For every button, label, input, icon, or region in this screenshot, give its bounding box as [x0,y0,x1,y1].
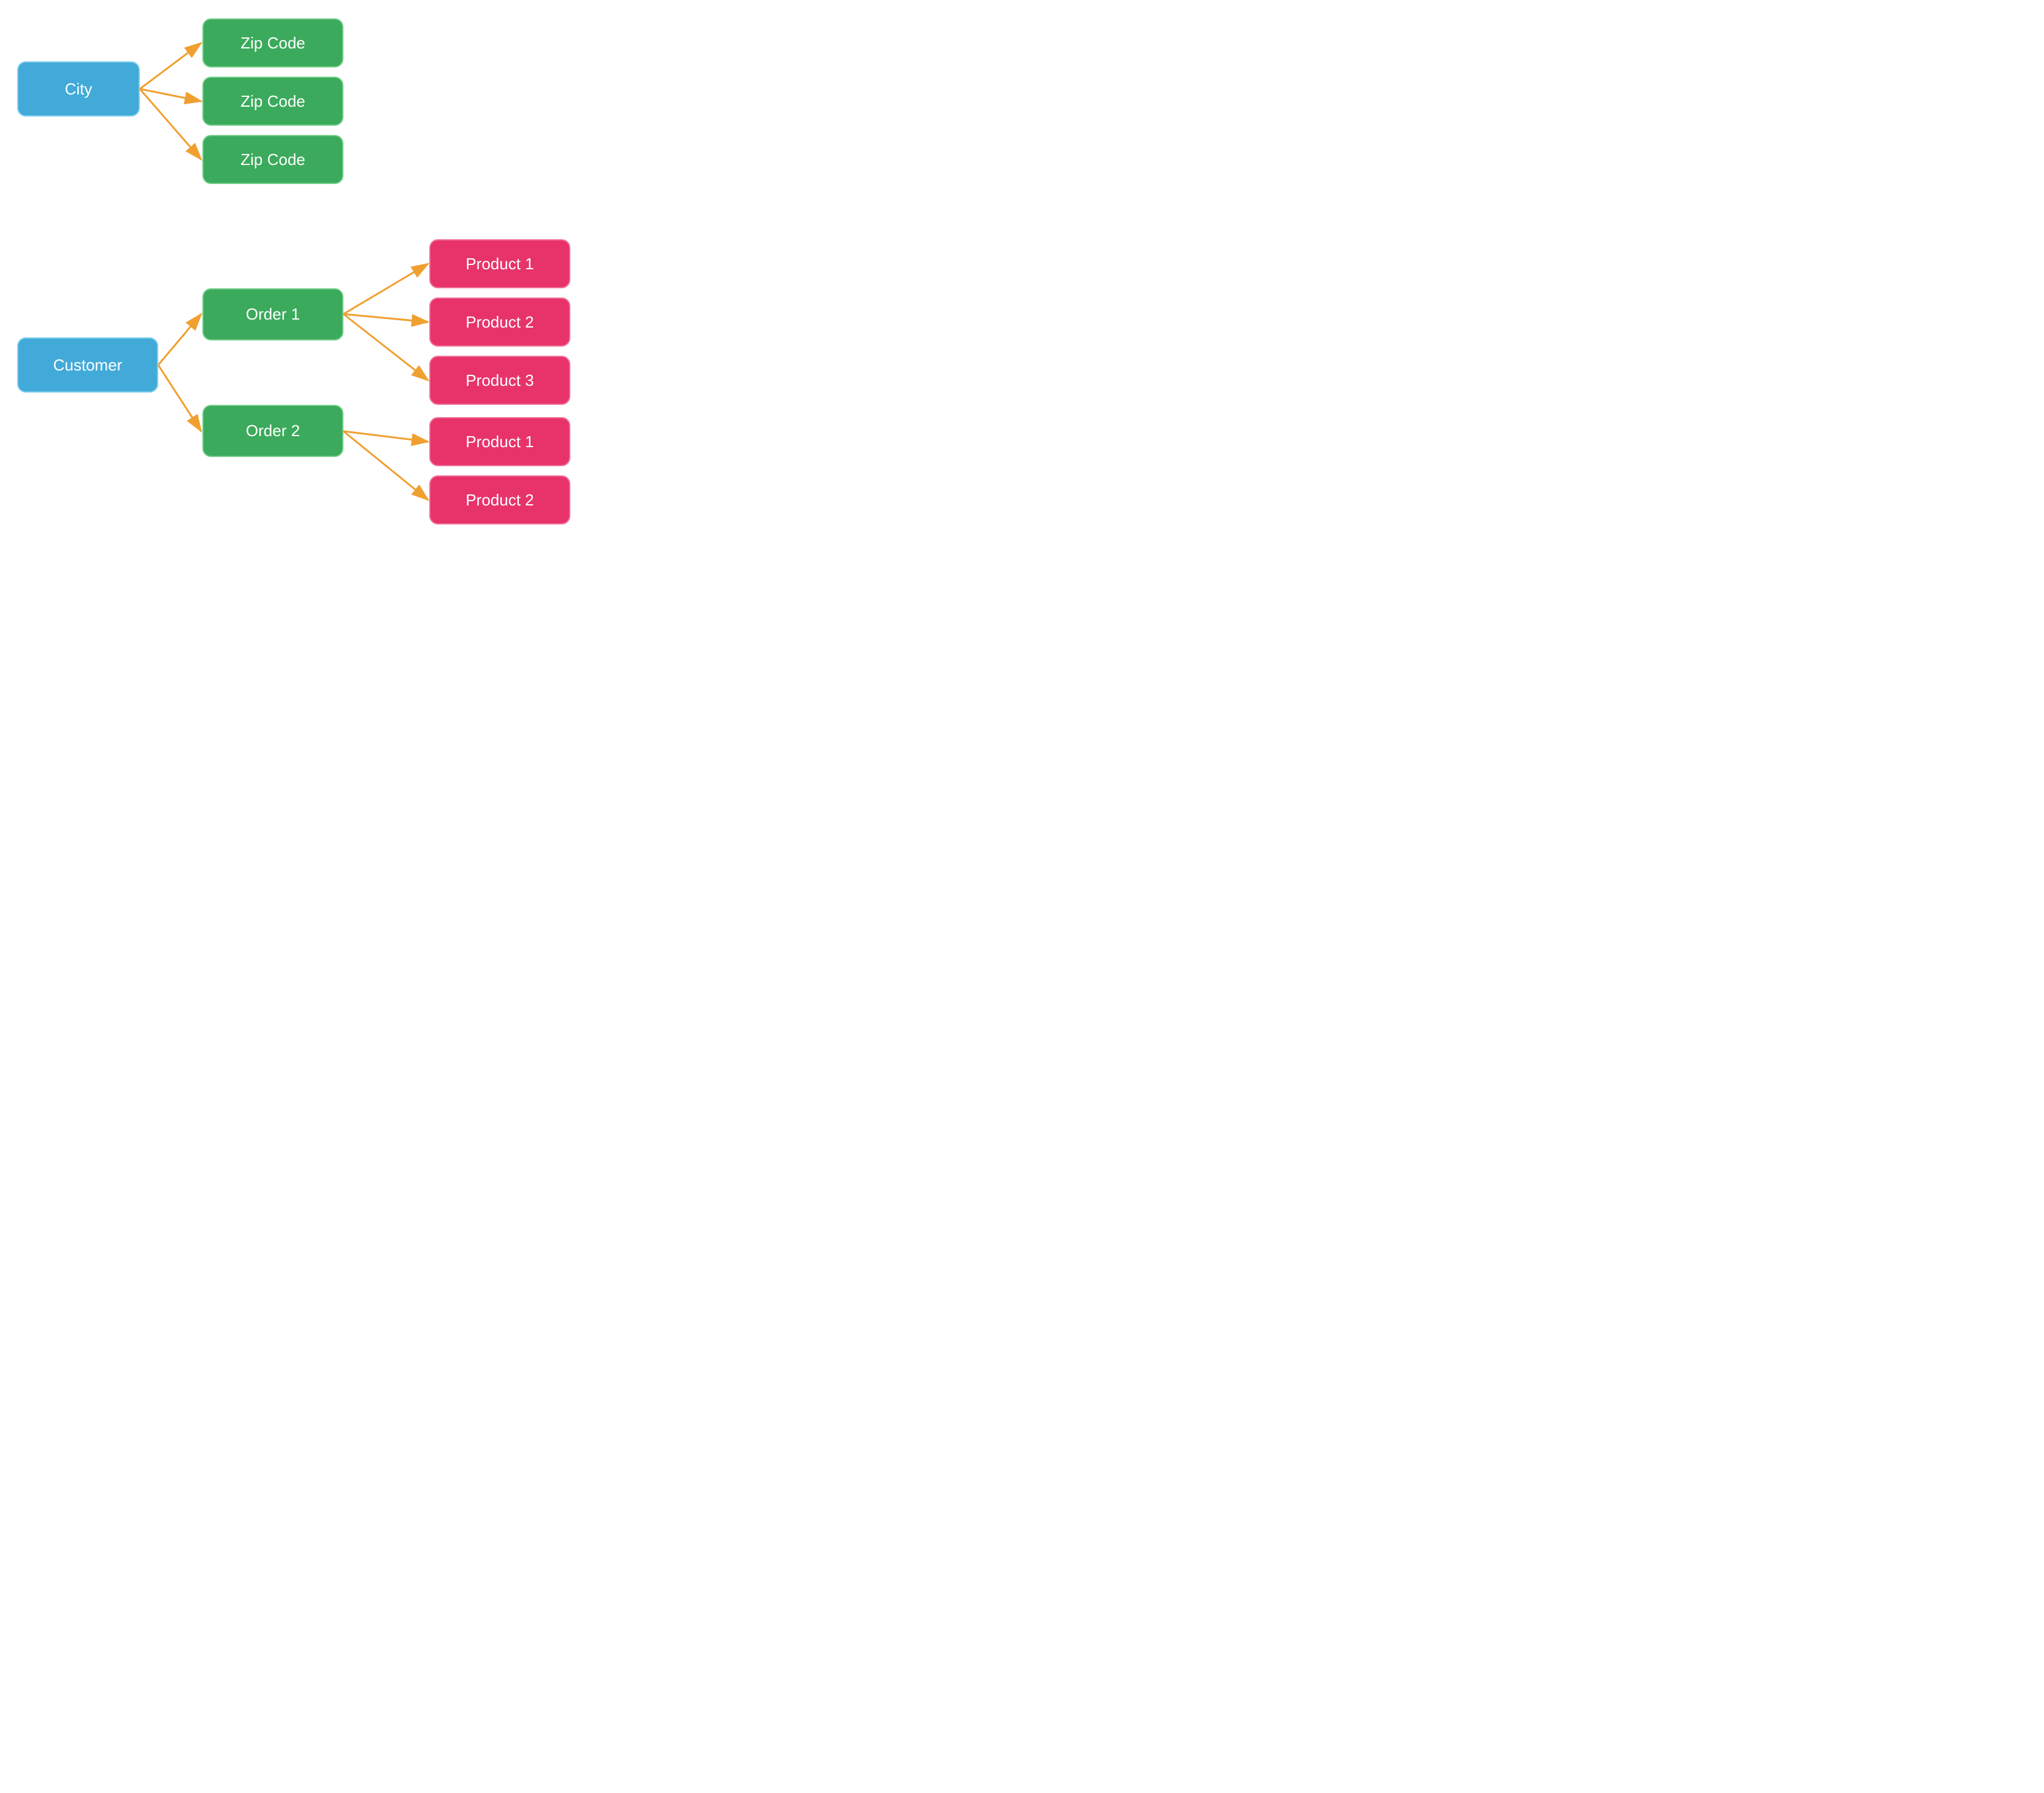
customer-label: Customer [53,356,123,375]
zip-code-node-2: Zip Code [202,77,343,126]
order-2-label: Order 2 [246,421,300,440]
order1-product-1-node: Product 1 [429,239,570,288]
order1-product-2-node: Product 2 [429,298,570,347]
order-1-label: Order 1 [246,305,300,324]
customer-node: Customer [17,337,158,393]
order2-product-1-node: Product 1 [429,417,570,466]
zip-code-label-2: Zip Code [240,92,305,111]
order2-product-2-label: Product 2 [465,491,534,510]
order1-product-2-label: Product 2 [465,313,534,332]
order2-product-2-node: Product 2 [429,475,570,524]
zip-code-node-1: Zip Code [202,18,343,67]
zip-code-node-3: Zip Code [202,135,343,184]
order2-product-1-label: Product 1 [465,432,534,451]
zip-code-label-3: Zip Code [240,150,305,169]
city-node: City [17,61,140,117]
order-2-node: Order 2 [202,405,343,457]
diagram-container: City Zip Code Zip Code Zip Code Customer… [0,0,716,627]
zip-code-label-1: Zip Code [240,34,305,53]
order1-product-3-label: Product 3 [465,371,534,390]
city-label: City [65,80,93,99]
order1-product-3-node: Product 3 [429,356,570,405]
order-1-node: Order 1 [202,288,343,340]
order1-product-1-label: Product 1 [465,255,534,274]
